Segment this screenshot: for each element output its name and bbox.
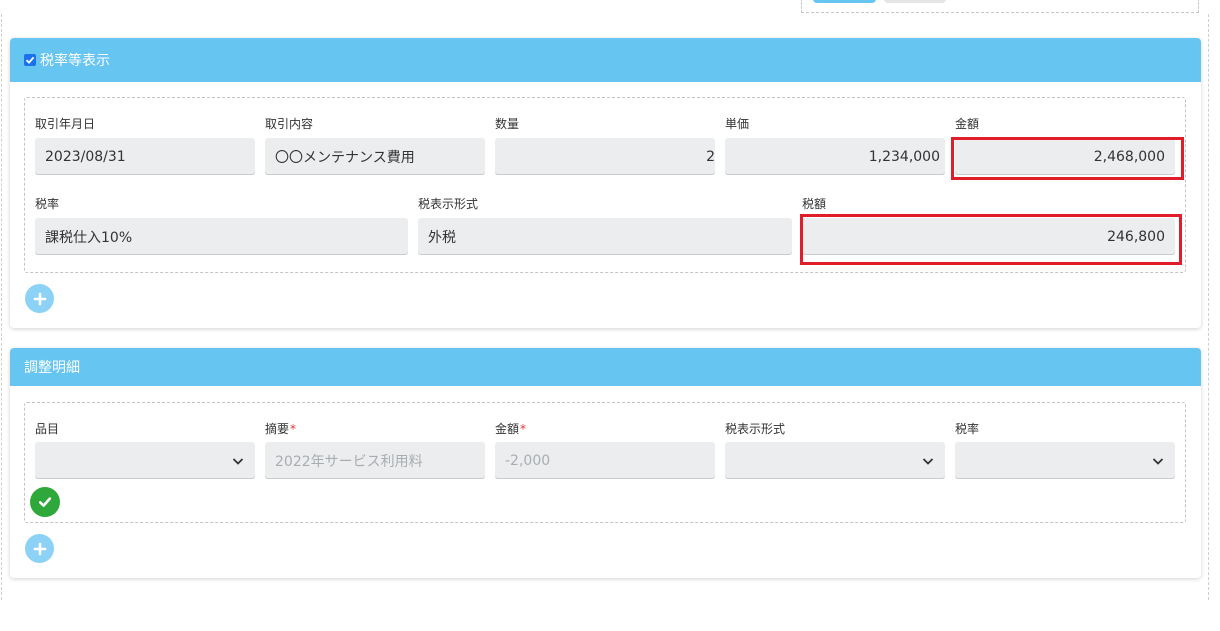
adjust-tax-display-label: 税表示形式: [725, 422, 786, 436]
outer-frame-left: [1, 14, 2, 600]
tax-display-panel: 税率等表示 取引年月日 取引内容 数量 単価 金額 2023/08/31 〇〇メ…: [10, 38, 1201, 328]
previous-primary-button[interactable]: [813, 0, 876, 3]
chevron-down-icon: [922, 457, 934, 465]
date-field[interactable]: 2023/08/31: [35, 138, 255, 175]
adjust-tax-display-select[interactable]: [725, 442, 945, 479]
summary-required-mark: *: [290, 422, 297, 436]
date-value: 2023/08/31: [45, 148, 126, 165]
amount-required-mark: *: [520, 422, 527, 436]
quantity-label: 数量: [495, 117, 520, 131]
summary-placeholder: 2022年サービス利用料: [275, 453, 423, 470]
adjust-amount-label: 金額*: [495, 420, 526, 437]
adjustment-panel-title: 調整明細: [24, 360, 80, 376]
adjust-amount-input[interactable]: -2,000: [495, 442, 715, 479]
amount-label: 金額: [955, 117, 980, 131]
add-adjustment-line-button[interactable]: [25, 534, 54, 563]
plus-icon: [33, 542, 46, 555]
adjustment-panel: 調整明細 品目 摘要* 金額* 税表示形式 税率 2022年サービス利用料 -2…: [10, 348, 1201, 578]
tax-display-panel-title: 税率等表示: [40, 53, 110, 69]
plus-icon: [33, 292, 46, 305]
quantity-field[interactable]: 2: [495, 138, 715, 175]
previous-secondary-button[interactable]: [884, 0, 946, 3]
tax-display-panel-header: 税率等表示: [10, 38, 1201, 82]
confirm-adjustment-button[interactable]: [30, 487, 60, 517]
summary-input[interactable]: 2022年サービス利用料: [265, 442, 485, 479]
adjust-amount-label-text: 金額: [495, 422, 520, 436]
outer-frame-right: [1208, 14, 1209, 600]
tax-amount-label: 税額: [802, 197, 827, 211]
amount-highlight-box: [951, 137, 1184, 180]
adjust-amount-placeholder: -2,000: [505, 452, 551, 469]
unit-price-field[interactable]: 1,234,000: [725, 138, 945, 175]
check-icon: [25, 56, 35, 64]
tax-rate-label: 税率: [35, 197, 60, 211]
date-label: 取引年月日: [35, 117, 96, 131]
content-value: 〇〇メンテナンス費用: [275, 149, 415, 166]
tax-rate-value: 課税仕入10%: [45, 229, 133, 246]
check-circle-icon: [38, 497, 52, 507]
tax-display-field[interactable]: 外税: [418, 218, 792, 255]
adjustment-panel-header: 調整明細: [10, 348, 1201, 386]
summary-label-text: 摘要: [265, 422, 290, 436]
quantity-value: 2: [706, 148, 715, 165]
unit-price-value: 1,234,000: [868, 148, 940, 165]
tax-amount-highlight-box: [800, 214, 1182, 265]
add-tax-line-button[interactable]: [25, 284, 54, 313]
tax-rate-field[interactable]: 課税仕入10%: [35, 218, 408, 255]
adjust-tax-rate-select[interactable]: [955, 442, 1175, 479]
item-label: 品目: [35, 422, 60, 436]
show-tax-checkbox[interactable]: [24, 54, 36, 66]
chevron-down-icon: [232, 457, 244, 465]
tax-display-value: 外税: [428, 229, 456, 246]
item-select[interactable]: [35, 442, 255, 479]
unit-price-label: 単価: [725, 117, 750, 131]
content-label: 取引内容: [265, 117, 314, 131]
tax-display-label: 税表示形式: [418, 197, 479, 211]
adjust-tax-rate-label: 税率: [955, 422, 980, 436]
summary-label: 摘要*: [265, 420, 296, 437]
chevron-down-icon: [1152, 457, 1164, 465]
content-field[interactable]: 〇〇メンテナンス費用: [265, 138, 485, 175]
